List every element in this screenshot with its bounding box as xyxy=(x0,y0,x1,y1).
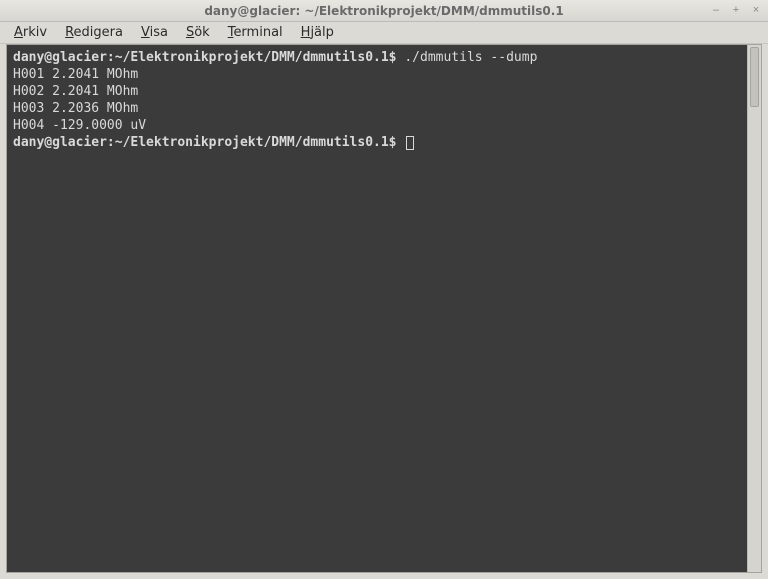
maximize-button[interactable]: + xyxy=(728,2,744,18)
terminal-frame: dany@glacier:~/Elektronikprojekt/DMM/dmm… xyxy=(6,44,762,573)
scrollbar-thumb[interactable] xyxy=(750,47,759,107)
output-line: H003 2.2036 MOhm xyxy=(13,101,138,116)
menu-arkiv[interactable]: Arkiv xyxy=(8,23,53,42)
output-line: H001 2.2041 MOhm xyxy=(13,67,138,82)
prompt: dany@glacier:~/Elektronikprojekt/DMM/dmm… xyxy=(13,135,397,150)
command-text: ./dmmutils --dump xyxy=(397,50,538,65)
menu-visa[interactable]: Visa xyxy=(135,23,174,42)
menu-sok[interactable]: Sök xyxy=(180,23,216,42)
prompt: dany@glacier:~/Elektronikprojekt/DMM/dmm… xyxy=(13,50,397,65)
window-controls: – + × xyxy=(708,2,764,18)
output-line: H004 -129.0000 uV xyxy=(13,118,146,133)
scrollbar[interactable] xyxy=(747,45,761,572)
menu-hjalp[interactable]: Hjälp xyxy=(295,23,340,42)
window-title: dany@glacier: ~/Elektronikprojekt/DMM/dm… xyxy=(204,4,563,18)
cursor-icon xyxy=(406,136,414,150)
terminal[interactable]: dany@glacier:~/Elektronikprojekt/DMM/dmm… xyxy=(7,45,747,572)
close-button[interactable]: × xyxy=(748,2,764,18)
menubar: Arkiv Redigera Visa Sök Terminal Hjälp xyxy=(0,22,768,44)
titlebar: dany@glacier: ~/Elektronikprojekt/DMM/dm… xyxy=(0,0,768,22)
menu-redigera[interactable]: Redigera xyxy=(59,23,129,42)
output-line: H002 2.2041 MOhm xyxy=(13,84,138,99)
menu-terminal[interactable]: Terminal xyxy=(222,23,289,42)
minimize-button[interactable]: – xyxy=(708,2,724,18)
